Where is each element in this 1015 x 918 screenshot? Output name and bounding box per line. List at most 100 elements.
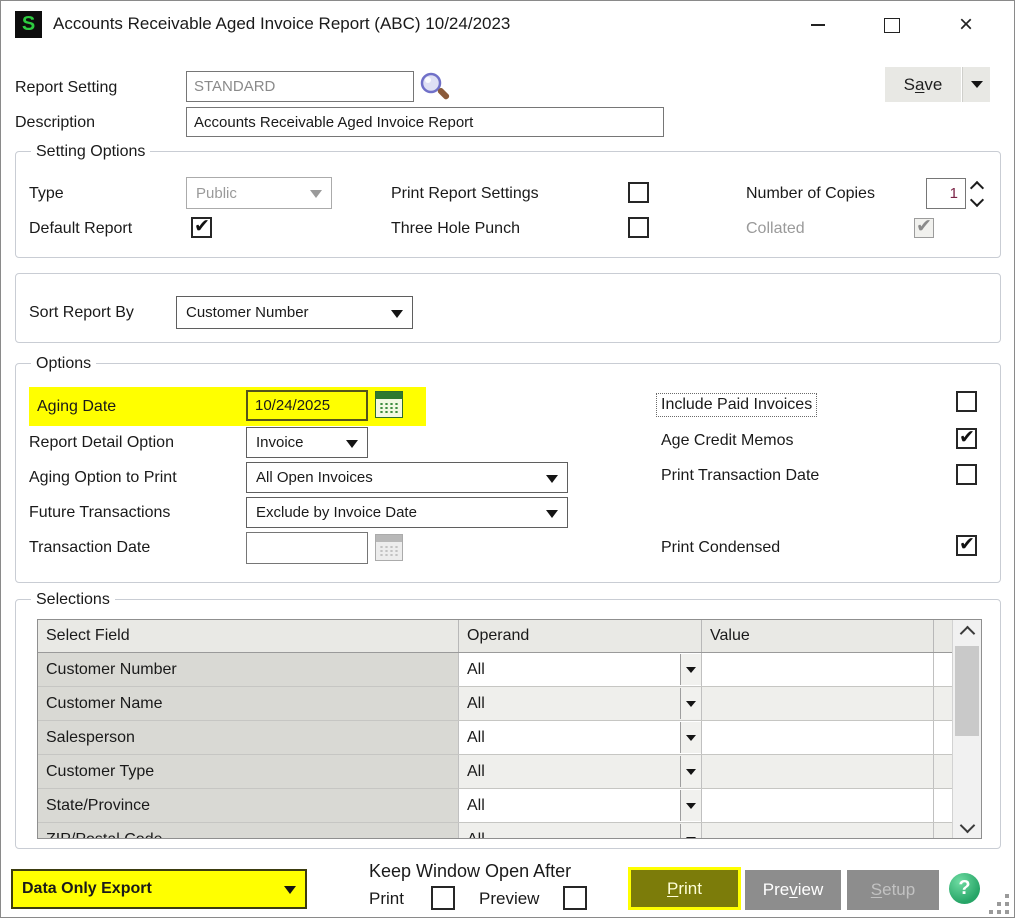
minimize-button[interactable] xyxy=(801,9,835,41)
include-paid-invoices-checkbox[interactable] xyxy=(956,391,977,412)
lookup-magnifier-icon[interactable] xyxy=(417,70,453,111)
print-transaction-date-checkbox[interactable] xyxy=(956,464,977,485)
scrollbar-thumb[interactable] xyxy=(955,646,979,736)
column-header-operand: Operand xyxy=(459,620,702,652)
save-dropdown-button[interactable] xyxy=(962,67,990,102)
scroll-down-button[interactable] xyxy=(953,816,981,838)
help-icon[interactable]: ? xyxy=(949,873,980,904)
selections-table: Select Field Operand Value Customer Numb… xyxy=(37,619,982,839)
aging-date-calendar-icon[interactable] xyxy=(375,391,403,418)
report-detail-option-label: Report Detail Option xyxy=(29,434,174,452)
title-bar: S Accounts Receivable Aged Invoice Repor… xyxy=(1,1,1014,49)
window-title: Accounts Receivable Aged Invoice Report … xyxy=(53,14,510,34)
operand-dropdown-icon[interactable] xyxy=(680,722,701,753)
export-format-dropdown[interactable]: Data Only Export xyxy=(11,869,307,909)
sage-logo-icon: S xyxy=(15,11,42,38)
operand-cell[interactable]: All xyxy=(459,721,702,754)
operand-dropdown-icon[interactable] xyxy=(680,756,701,787)
select-field-cell[interactable]: Customer Type xyxy=(38,755,459,788)
number-of-copies-label: Number of Copies xyxy=(746,185,875,203)
value-cell[interactable] xyxy=(702,755,934,788)
select-field-cell[interactable]: State/Province xyxy=(38,789,459,822)
table-row: Customer Number All xyxy=(38,653,981,687)
ar-aged-invoice-report-window: S Accounts Receivable Aged Invoice Repor… xyxy=(0,0,1015,918)
setup-button: Setup xyxy=(847,870,939,910)
table-row: Customer Name All xyxy=(38,687,981,721)
scroll-up-button[interactable] xyxy=(953,620,981,642)
operand-dropdown-icon[interactable] xyxy=(680,824,701,839)
three-hole-punch-checkbox[interactable] xyxy=(628,217,649,238)
value-cell[interactable] xyxy=(702,721,934,754)
keep-open-print-checkbox[interactable] xyxy=(431,886,455,910)
future-transactions-dropdown[interactable]: Exclude by Invoice Date xyxy=(246,497,568,528)
aging-option-to-print-label: Aging Option to Print xyxy=(29,469,177,487)
operand-cell[interactable]: All xyxy=(459,823,702,839)
close-button[interactable]: × xyxy=(949,9,983,41)
table-row: Customer Type All xyxy=(38,755,981,789)
blank-cell xyxy=(934,653,954,686)
minimize-icon xyxy=(811,24,825,26)
print-condensed-checkbox[interactable] xyxy=(956,535,977,556)
transaction-date-input[interactable] xyxy=(246,532,368,564)
print-condensed-label: Print Condensed xyxy=(661,539,780,557)
select-field-cell[interactable]: Customer Number xyxy=(38,653,459,686)
operand-cell[interactable]: All xyxy=(459,687,702,720)
default-report-checkbox[interactable] xyxy=(191,217,212,238)
description-input[interactable]: Accounts Receivable Aged Invoice Report xyxy=(186,107,664,137)
include-paid-invoices-label: Include Paid Invoices xyxy=(656,393,817,417)
print-report-settings-checkbox[interactable] xyxy=(628,182,649,203)
close-icon: × xyxy=(959,15,973,35)
blank-cell xyxy=(934,755,954,788)
select-field-cell[interactable]: Salesperson xyxy=(38,721,459,754)
scroll-up-icon xyxy=(959,625,975,641)
setting-options-group xyxy=(15,151,1001,258)
chevron-down-icon xyxy=(546,475,558,483)
preview-button[interactable]: Preview xyxy=(745,870,841,910)
blank-cell xyxy=(934,687,954,720)
resize-grip[interactable] xyxy=(1005,894,1009,898)
operand-dropdown-icon[interactable] xyxy=(680,688,701,719)
table-row: State/Province All xyxy=(38,789,981,823)
value-cell[interactable] xyxy=(702,653,934,686)
column-header-blank xyxy=(934,620,954,652)
selections-table-body: Customer Number All Customer Name All Sa… xyxy=(38,653,981,839)
blank-cell xyxy=(934,721,954,754)
select-field-cell[interactable]: ZIP/Postal Code xyxy=(38,823,459,839)
scroll-down-icon xyxy=(959,817,975,833)
sort-report-by-dropdown[interactable]: Customer Number xyxy=(176,296,413,329)
select-field-cell[interactable]: Customer Name xyxy=(38,687,459,720)
aging-date-input[interactable]: 10/24/2025 xyxy=(246,390,368,421)
chevron-down-icon xyxy=(310,190,322,198)
selections-table-header: Select Field Operand Value xyxy=(38,620,981,653)
chevron-down-icon xyxy=(391,310,403,318)
table-row: ZIP/Postal Code All xyxy=(38,823,981,839)
sort-report-by-label: Sort Report By xyxy=(29,304,134,322)
report-detail-option-dropdown[interactable]: Invoice xyxy=(246,427,368,458)
transaction-date-calendar-icon xyxy=(375,534,403,561)
value-cell[interactable] xyxy=(702,687,934,720)
default-report-label: Default Report xyxy=(29,220,132,238)
operand-dropdown-icon[interactable] xyxy=(680,790,701,821)
table-scrollbar[interactable] xyxy=(952,620,981,838)
value-cell[interactable] xyxy=(702,789,934,822)
copies-spinner[interactable] xyxy=(969,178,985,209)
operand-cell[interactable]: All xyxy=(459,653,702,686)
number-of-copies-input[interactable]: 1 xyxy=(926,178,966,209)
aging-option-to-print-dropdown[interactable]: All Open Invoices xyxy=(246,462,568,493)
keep-window-open-label: Keep Window Open After xyxy=(369,861,571,882)
operand-cell[interactable]: All xyxy=(459,789,702,822)
print-button[interactable]: Print xyxy=(628,867,741,910)
report-setting-input[interactable]: STANDARD xyxy=(186,71,414,102)
maximize-button[interactable] xyxy=(875,9,909,41)
options-legend: Options xyxy=(31,355,96,373)
sort-group xyxy=(15,273,1001,343)
age-credit-memos-checkbox[interactable] xyxy=(956,428,977,449)
operand-cell[interactable]: All xyxy=(459,755,702,788)
description-label: Description xyxy=(15,114,95,132)
save-button[interactable]: Save xyxy=(885,67,961,102)
chevron-down-icon xyxy=(346,440,358,448)
keep-open-preview-checkbox[interactable] xyxy=(563,886,587,910)
column-header-select-field: Select Field xyxy=(38,620,459,652)
value-cell[interactable] xyxy=(702,823,934,839)
operand-dropdown-icon[interactable] xyxy=(680,654,701,685)
